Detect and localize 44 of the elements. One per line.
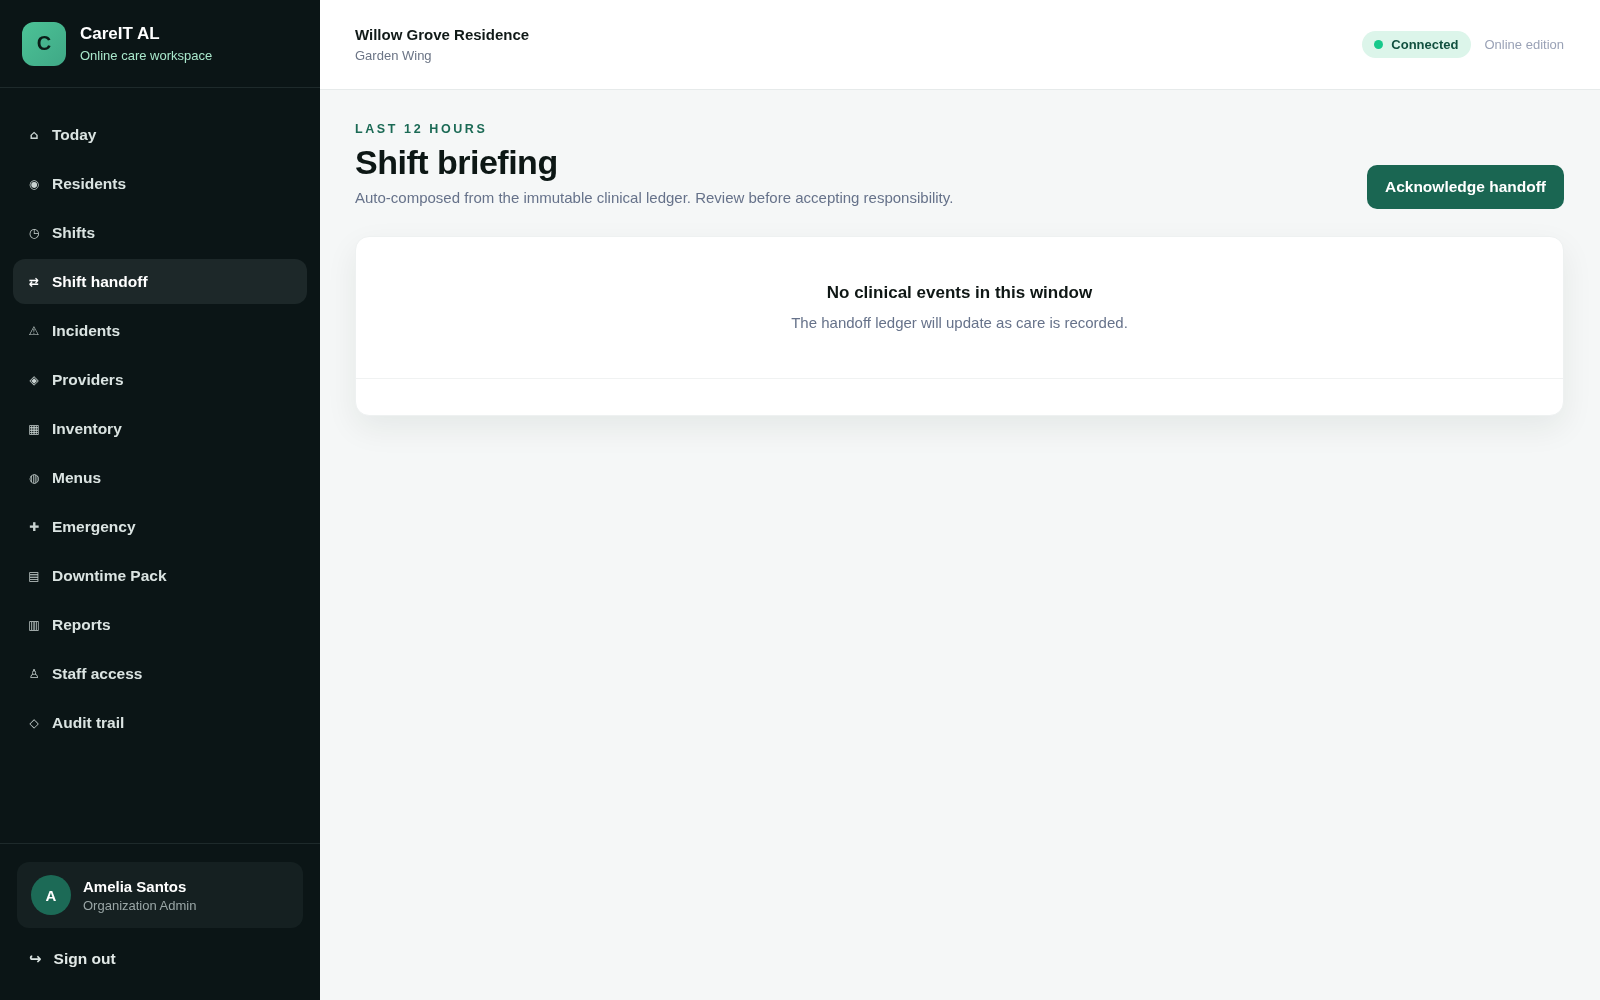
clock-icon: ◷ [26,226,42,239]
page-description: Auto-composed from the immutable clinical ledger. Review before accepting responsibility. [355,188,954,206]
sidebar-item[interactable]: ⌂ Today [13,112,307,157]
eyebrow-label: LAST 12 HOURS [355,122,489,136]
sidebar-item[interactable]: ◉ Residents [13,161,307,206]
sidebar-item[interactable]: ◇ Audit trail [13,700,307,745]
status-label: Connected [1391,37,1459,52]
striped-circle-icon: ◍ [26,471,42,484]
page-title: Shift briefing [355,142,559,183]
user-name: Amelia Santos [83,877,188,895]
plus-icon: ✚ [26,520,42,533]
pawn-icon: ♙ [26,667,42,680]
edition-label: Online edition [1484,37,1564,52]
facility-name: Willow Grove Residence [355,26,530,43]
columns-square-icon: ▥ [26,618,42,631]
sidebar-item[interactable]: ▦ Inventory [13,406,307,451]
diamond-dot-icon: ◈ [26,373,42,386]
swap-arrows-icon: ⇄ [26,275,42,288]
acknowledge-button[interactable]: Acknowledge handoff [1366,164,1564,209]
app-tagline: Online care workspace [80,48,213,63]
logo-icon: C [22,21,66,66]
app-name: CareIT AL [80,24,161,44]
warning-icon: ⚠ [26,324,42,337]
sidebar-item[interactable]: ▥ Reports [13,602,307,647]
house-icon: ⌂ [26,128,42,141]
sidebar-item[interactable]: ♙ Staff access [13,651,307,696]
sidebar-item[interactable]: ◈ Providers [13,357,307,402]
diamond-icon: ◇ [26,716,42,729]
grid-icon: ▦ [26,422,42,435]
empty-state-title: No clinical events in this window [826,282,1093,303]
user-role: Organization Admin [83,897,197,913]
sidebar-item[interactable]: ⚠ Incidents [13,308,307,353]
sidebar-item[interactable]: ◷ Shifts [13,210,307,255]
avatar-icon: A [31,875,71,915]
lined-square-icon: ▤ [26,569,42,582]
sidebar-item[interactable]: ◍ Menus [13,455,307,500]
target-icon: ◉ [26,177,42,190]
unit-name: Garden Wing [355,48,433,63]
sidebar-item[interactable]: ▤ Downtime Pack [13,553,307,598]
return-arrow-icon: ↪ [29,951,42,967]
sign-out-button[interactable]: ↪ Sign out [17,946,128,972]
sidebar-item[interactable]: ✚ Emergency [13,504,307,549]
sidebar-item[interactable]: ⇄ Shift handoff [13,259,307,304]
empty-state-text: The handoff ledger will update as care is recorded. [791,313,1128,331]
